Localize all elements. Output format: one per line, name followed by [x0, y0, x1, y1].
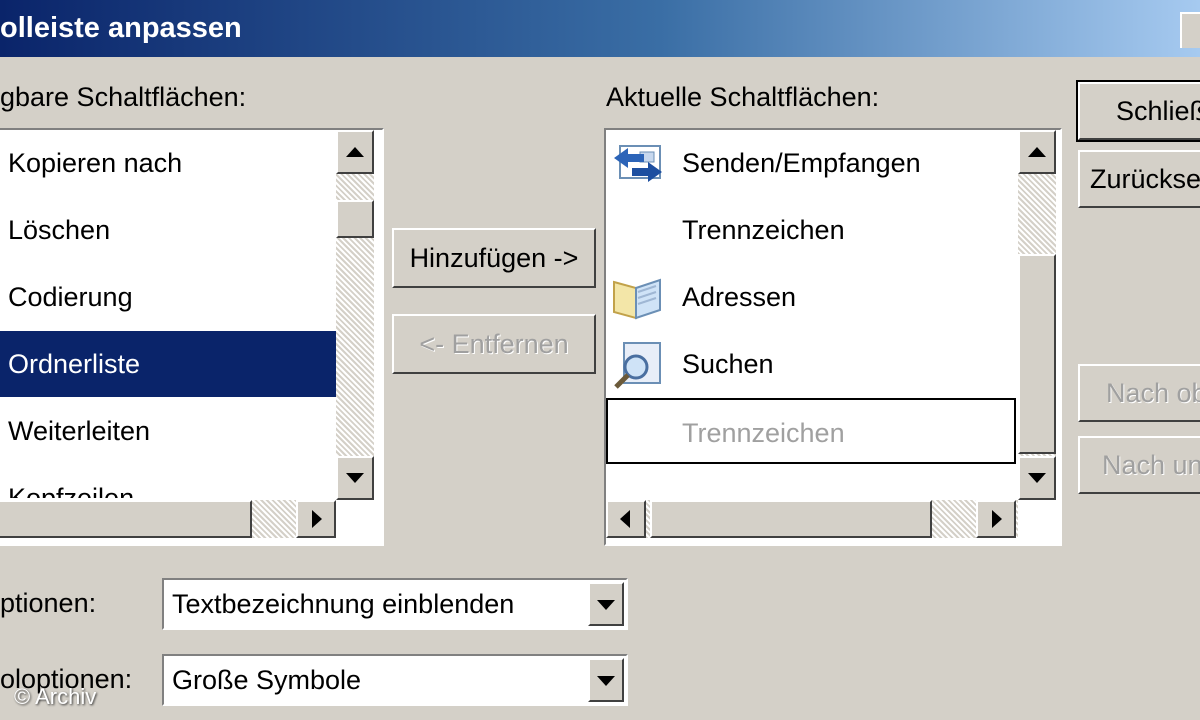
- address-book-icon: [613, 278, 661, 320]
- dropdown-button[interactable]: [588, 658, 624, 702]
- chevron-down-icon: [597, 600, 615, 610]
- list-item[interactable]: Adressen: [606, 264, 1016, 330]
- arrow-right-icon: [312, 510, 322, 528]
- move-down-button[interactable]: Nach un: [1078, 436, 1200, 494]
- arrow-left-icon: [620, 510, 630, 528]
- copyright-watermark: © Archiv: [14, 684, 97, 709]
- scroll-up-button[interactable]: [1018, 130, 1056, 174]
- scroll-right-button[interactable]: [296, 500, 336, 538]
- send-receive-icon: [614, 145, 662, 182]
- scroll-right-button[interactable]: [976, 500, 1016, 538]
- scroll-thumb[interactable]: [336, 200, 374, 238]
- current-buttons-label: Aktuelle Schaltflächen:: [606, 82, 880, 112]
- list-item[interactable]: Weiterleiten: [0, 398, 336, 464]
- move-up-button[interactable]: Nach ob: [1078, 364, 1200, 422]
- list-item-selected[interactable]: Ordnerliste: [0, 331, 336, 397]
- list-item[interactable]: Suchen: [606, 331, 1016, 397]
- arrow-up-icon: [1028, 147, 1046, 157]
- scroll-thumb[interactable]: [1018, 254, 1056, 454]
- add-button[interactable]: Hinzufügen ->: [392, 228, 596, 288]
- scroll-up-button[interactable]: [336, 130, 374, 174]
- scroll-down-button[interactable]: [1018, 456, 1056, 500]
- arrow-down-icon: [1028, 473, 1046, 483]
- icon-options-dropdown[interactable]: Große Symbole: [162, 654, 628, 706]
- available-buttons-list[interactable]: Kopieren nach Löschen Codierung Ordnerli…: [0, 128, 384, 546]
- remove-button[interactable]: <- Entfernen: [392, 314, 596, 374]
- text-options-value: Textbezeichnung einblenden: [172, 589, 515, 619]
- list-item[interactable]: Trennzeichen: [606, 197, 1016, 263]
- list-item[interactable]: Codierung: [0, 264, 336, 330]
- list-item[interactable]: Kopieren nach: [0, 130, 336, 196]
- list-item[interactable]: Senden/Empfangen: [606, 130, 1016, 196]
- scroll-left-button[interactable]: [606, 500, 646, 538]
- scroll-down-button[interactable]: [336, 456, 374, 500]
- close-window-button[interactable]: [1180, 12, 1200, 48]
- window-title: olleiste anpassen: [0, 12, 242, 44]
- list-item[interactable]: Löschen: [0, 197, 336, 263]
- arrow-down-icon: [346, 473, 364, 483]
- search-icon: [614, 342, 661, 389]
- current-buttons-list[interactable]: Senden/Empfangen Trennzeichen Adressen S…: [604, 128, 1062, 546]
- close-button[interactable]: Schließ: [1076, 80, 1200, 142]
- title-bar: olleiste anpassen: [0, 0, 1200, 57]
- icon-options-value: Große Symbole: [172, 665, 362, 695]
- dropdown-button[interactable]: [588, 582, 624, 626]
- text-options-dropdown[interactable]: Textbezeichnung einblenden: [162, 578, 628, 630]
- arrow-right-icon: [992, 510, 1002, 528]
- arrow-up-icon: [346, 147, 364, 157]
- vertical-scrollbar[interactable]: [336, 130, 374, 498]
- list-item[interactable]: Kopfzeilen: [0, 465, 336, 498]
- chevron-down-icon: [597, 676, 615, 686]
- scroll-thumb[interactable]: [650, 500, 932, 538]
- scroll-thumb[interactable]: [0, 500, 252, 538]
- available-buttons-label: gbare Schaltflächen:: [0, 82, 247, 112]
- reset-button[interactable]: Zurückse: [1078, 150, 1200, 208]
- text-options-label: ptionen:: [0, 588, 97, 618]
- list-item-focused[interactable]: Trennzeichen: [606, 398, 1016, 464]
